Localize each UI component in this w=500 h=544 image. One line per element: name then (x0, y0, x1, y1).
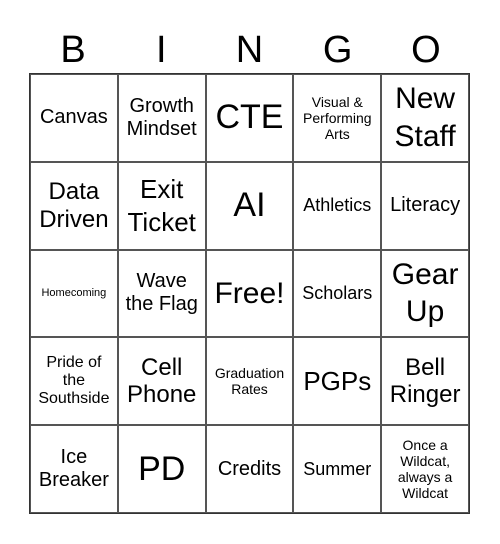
bingo-cell[interactable]: Literacy (381, 161, 469, 250)
bingo-cell[interactable]: Wave the Flag (117, 249, 206, 338)
header-letter-i: I (156, 29, 167, 71)
bingo-cell[interactable]: Athletics (293, 161, 382, 250)
bingo-cell[interactable]: Scholars (293, 249, 382, 338)
bingo-cell[interactable]: Once a Wildcat, always a Wildcat (381, 425, 469, 513)
header-letter-b: B (60, 29, 86, 71)
bingo-cell[interactable]: PD (117, 425, 206, 513)
bingo-cell[interactable]: PGPs (293, 337, 382, 426)
bingo-cell[interactable]: Cell Phone (117, 337, 206, 426)
bingo-cell[interactable]: Credits (205, 425, 294, 513)
bingo-grid: Canvas Growth Mindset CTE Visual & Perfo… (29, 73, 470, 514)
bingo-cell[interactable]: Summer (293, 425, 382, 513)
bingo-cell[interactable]: Canvas (30, 74, 118, 162)
bingo-cell[interactable]: Visual & Performing Arts (293, 74, 382, 162)
bingo-cell[interactable]: Gear Up (381, 249, 469, 338)
bingo-cell[interactable]: Exit Ticket (117, 161, 206, 250)
bingo-cell[interactable]: Data Driven (30, 161, 118, 250)
header-letter-g: G (322, 29, 353, 71)
bingo-cell[interactable]: Ice Breaker (30, 425, 118, 513)
bingo-header: B I N G O (29, 28, 470, 73)
bingo-cell[interactable]: New Staff (381, 74, 469, 162)
bingo-cell[interactable]: CTE (205, 74, 294, 162)
header-letter-n: N (235, 29, 264, 71)
free-space-cell[interactable]: Free! (205, 249, 294, 338)
bingo-cell[interactable]: Graduation Rates (205, 337, 294, 426)
bingo-cell[interactable]: Homecoming (30, 249, 118, 338)
bingo-cell[interactable]: Bell Ringer (381, 337, 469, 426)
bingo-cell[interactable]: AI (205, 161, 294, 250)
header-letter-o: O (411, 29, 441, 71)
bingo-cell[interactable]: Pride of the Southside (30, 337, 118, 426)
bingo-cell[interactable]: Growth Mindset (117, 74, 206, 162)
